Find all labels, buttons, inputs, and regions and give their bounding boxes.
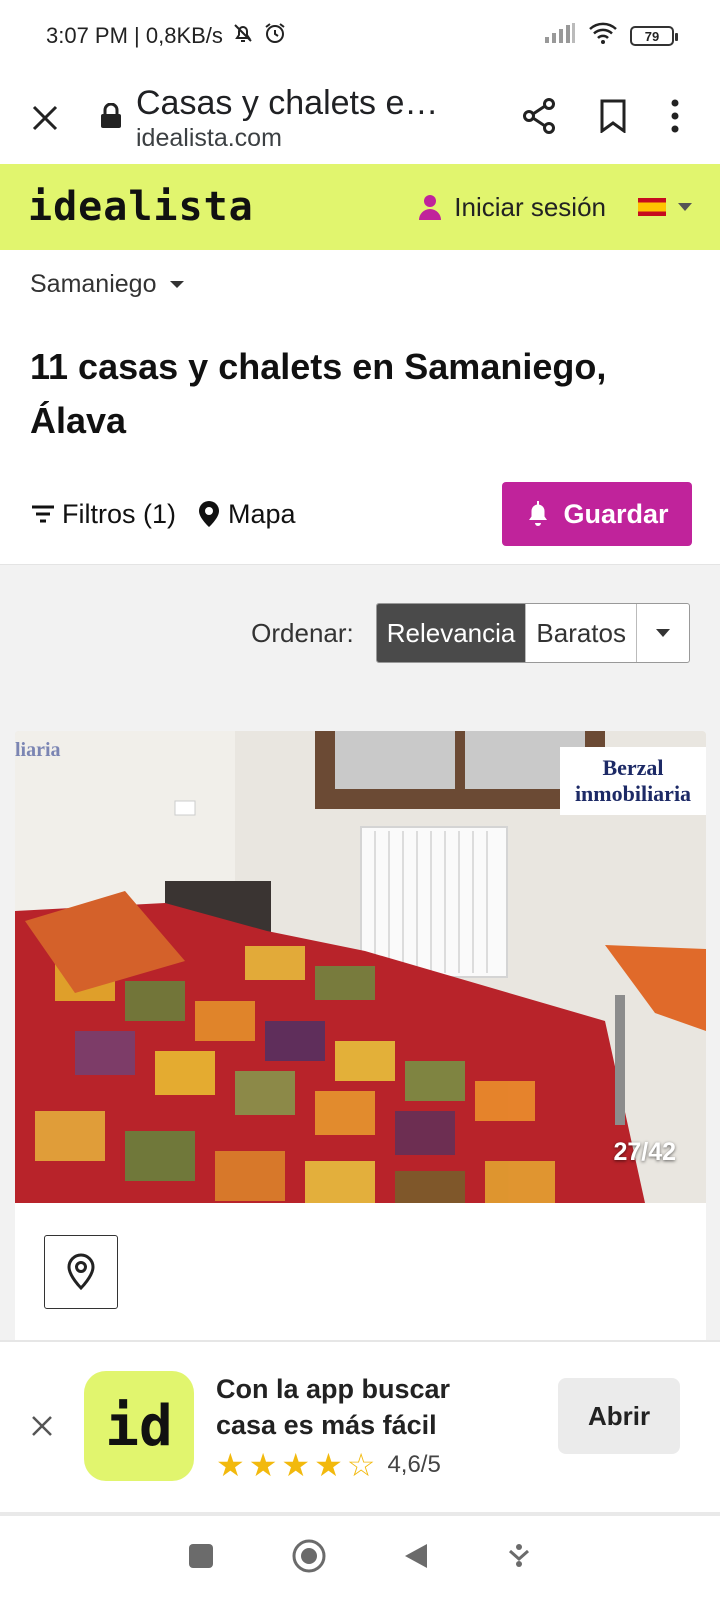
watermark-faint-text: liaria [15, 739, 61, 761]
back-triangle-icon [405, 1543, 428, 1568]
sort-label: Ordenar: [251, 617, 354, 648]
user-icon [419, 195, 442, 220]
sort-options: Relevancia Baratos [375, 603, 690, 663]
results-title: 11 casas y chalets en Samaniego, Álava [30, 346, 607, 441]
star-icon: ★ [314, 1447, 343, 1483]
app-rating: ★ ★ ★ ★ ☆ 4,6/5 [216, 1449, 450, 1481]
agency-watermark: Berzal inmobiliaria [560, 747, 706, 815]
mute-bell-icon [231, 21, 255, 51]
app-install-banner: id Con la app buscar casa es más fácil ★… [0, 1340, 720, 1510]
location-pin-icon [67, 1253, 95, 1291]
watermark-line2: inmobiliaria [574, 781, 692, 806]
login-label: Iniciar sesión [454, 191, 606, 222]
photo-counter: 27/42 [613, 1138, 676, 1166]
wifi-icon [588, 21, 618, 51]
star-icon: ★ [248, 1447, 278, 1483]
save-label: Guardar [563, 498, 669, 529]
status-bar: 3:07 PM | 0,8KB/s 79 [0, 0, 720, 72]
app-icon: id [84, 1371, 194, 1481]
circle-home-icon [292, 1539, 326, 1572]
banner-line-1: Con la app buscar [216, 1374, 451, 1404]
filters-label: Filtros (1) [62, 498, 176, 529]
sort-row: Ordenar: Relevancia Baratos [251, 603, 690, 663]
home-button[interactable] [291, 1538, 327, 1579]
alarm-icon [263, 21, 287, 51]
page-title-text: Casas y chalets e… [136, 84, 439, 122]
share-button[interactable] [522, 97, 556, 139]
rating-value: 4,6/5 [387, 1451, 441, 1478]
lock-icon [100, 102, 122, 134]
idealista-logo[interactable]: idealista [28, 184, 254, 230]
url-bar[interactable]: Casas y chalets e… idealista.com [136, 83, 522, 153]
close-tab-button[interactable] [0, 104, 90, 132]
filters-button[interactable]: Filtros (1) [30, 499, 176, 530]
square-icon [189, 1543, 214, 1568]
bookmark-icon [600, 99, 626, 134]
back-button[interactable] [403, 1542, 429, 1575]
close-icon [32, 1416, 52, 1436]
listing-card[interactable]: liaria Berzal inmobiliaria 27/42 [15, 731, 706, 1351]
more-menu-button[interactable] [670, 99, 680, 138]
save-search-button[interactable]: Guardar [502, 482, 692, 546]
chevron-down-icon [170, 281, 185, 288]
location-selector[interactable]: Samaniego [30, 270, 185, 299]
star-icon: ★ [281, 1447, 311, 1483]
show-on-map-button[interactable] [44, 1235, 118, 1309]
banner-close-button[interactable] [0, 1414, 84, 1438]
filter-icon [32, 505, 54, 523]
banner-text: Con la app buscar casa es más fácil ★ ★ … [216, 1371, 450, 1481]
system-nav-bar [0, 1512, 720, 1600]
banner-line-2: casa es más fácil [216, 1410, 437, 1440]
map-button[interactable]: Mapa [198, 499, 296, 530]
more-vertical-icon [671, 99, 679, 132]
watermark-line1: Berzal [602, 755, 664, 780]
listing-photo[interactable]: liaria Berzal inmobiliaria 27/42 [15, 731, 706, 1203]
signal-icon [544, 22, 576, 50]
login-link[interactable]: Iniciar sesión [418, 192, 606, 223]
share-icon [523, 97, 555, 134]
screen: 3:07 PM | 0,8KB/s 79 Casas y chalets e… … [0, 0, 720, 1600]
site-header: idealista Iniciar sesión [0, 164, 720, 250]
spain-flag-icon[interactable] [638, 198, 666, 216]
open-app-button[interactable]: Abrir [558, 1378, 680, 1454]
status-time-speed: 3:07 PM | 0,8KB/s [46, 23, 223, 48]
half-star-icon: ☆ [346, 1447, 376, 1483]
bookmark-button[interactable] [600, 99, 626, 138]
recents-button[interactable] [188, 1543, 214, 1574]
url-domain: idealista.com [136, 124, 282, 152]
sort-option-relevance[interactable]: Relevancia [376, 604, 527, 662]
browser-toolbar: Casas y chalets e… idealista.com [0, 72, 720, 164]
assistant-button[interactable] [506, 1543, 532, 1574]
sort-option-cheapest[interactable]: Baratos [526, 604, 637, 662]
location-label: Samaniego [30, 270, 157, 298]
map-pin-icon [199, 501, 219, 527]
battery-indicator: 79 [630, 26, 678, 46]
language-dropdown-caret-icon[interactable] [678, 203, 692, 211]
bell-icon [529, 501, 548, 526]
chevron-down-icon [656, 629, 670, 637]
close-icon [32, 105, 58, 131]
star-icon: ★ [216, 1447, 245, 1483]
chevron-down-dot-icon [508, 1543, 529, 1567]
sort-more-dropdown[interactable] [637, 604, 689, 662]
filter-row: Filtros (1) Mapa Guardar [30, 482, 692, 546]
results-area: Ordenar: Relevancia Baratos liaria Berza… [0, 564, 720, 1351]
map-label: Mapa [228, 498, 296, 529]
